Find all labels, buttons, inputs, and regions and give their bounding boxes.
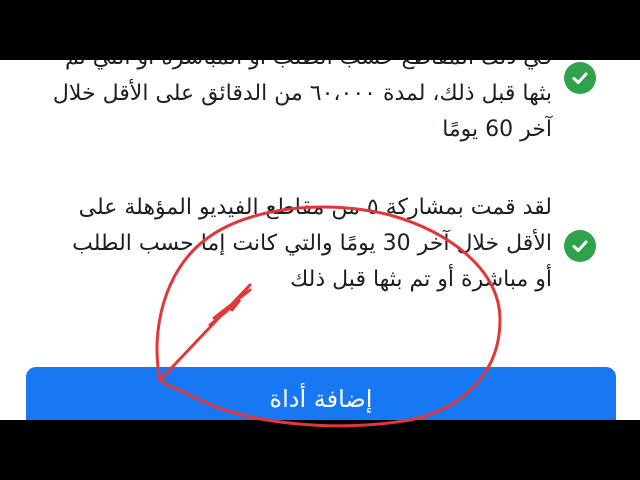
requirement-text-line: أو مباشرة أو تم بثها قبل ذلك: [290, 267, 552, 292]
requirement-text-line: لقد قمت بمشاركة ٥ من مقاطع الفيديو المؤه…: [78, 195, 552, 220]
add-tool-button[interactable]: إضافة أداة: [26, 367, 616, 420]
eligibility-panel: في ذلك المقاطع حسب الطلب أو المباشرة أو …: [0, 60, 640, 420]
requirement-text-line: في ذلك المقاطع حسب الطلب أو المباشرة أو …: [65, 60, 596, 76]
requirement-text-line: آخر 60 يومًا: [442, 117, 552, 142]
screen: في ذلك المقاطع حسب الطلب أو المباشرة أو …: [0, 0, 640, 480]
requirement-text-line: الأقل خلال آخر 30 يومًا والتي كانت إما ح…: [72, 231, 552, 256]
requirement-shared-videos: لقد قمت بمشاركة ٥ من مقاطع الفيديو المؤه…: [71, 190, 596, 298]
requirement-watch-minutes: في ذلك المقاطع حسب الطلب أو المباشرة أو …: [52, 60, 596, 148]
requirement-text-line: بثها قبل ذلك، لمدة ٦٠،٠٠٠ من الدقائق على…: [52, 81, 552, 106]
